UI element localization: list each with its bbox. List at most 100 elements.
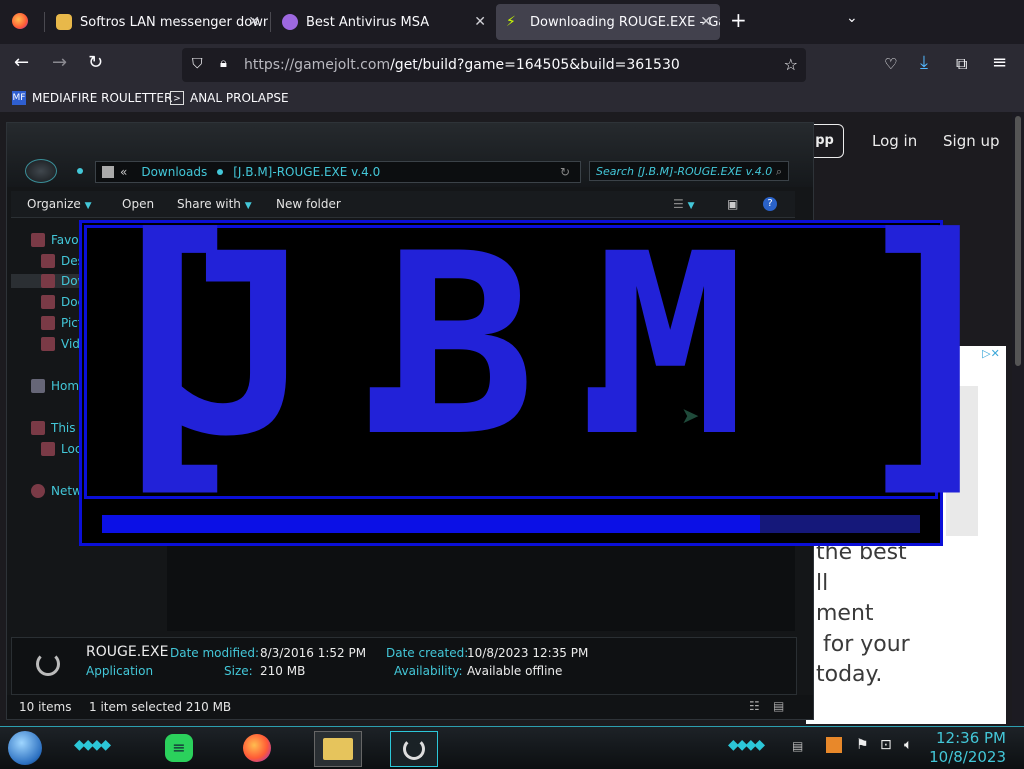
modified-value: 8/3/2016 1:52 PM [260, 646, 367, 660]
clock[interactable]: 12:36 PM 10/8/2023 [929, 729, 1006, 767]
lock-icon[interactable]: 🔒︎ [220, 56, 227, 71]
bookmark-second[interactable]: > ANAL PROLAPSE [170, 91, 289, 105]
nav-this-pc[interactable]: This I [31, 421, 83, 435]
clock-date: 10/8/2023 [929, 748, 1006, 766]
jbm-installer-overlay: [ J . B . M ] ➤ [79, 200, 1022, 546]
close-tab-icon[interactable]: ✕ [248, 14, 260, 30]
modified-label: Date modified: [170, 646, 260, 660]
item-count: 10 items [19, 700, 72, 714]
reload-button[interactable]: ↻ [88, 52, 103, 73]
extensions-icon[interactable]: ⧉ [956, 54, 967, 74]
shield-icon [282, 14, 298, 30]
drive-icon [41, 442, 55, 456]
taskbar-firefox[interactable] [240, 731, 274, 765]
menu-icon[interactable]: ≡ [992, 52, 1007, 73]
nav-documents[interactable]: Doc [41, 295, 84, 309]
tab-softros[interactable]: Softros LAN messenger downlo ✕ [46, 4, 268, 40]
details-view-icon[interactable]: ☷ [749, 699, 760, 713]
nav-local-disk[interactable]: Loc [41, 442, 81, 456]
availability-value: Available offline [467, 664, 563, 678]
documents-icon [41, 295, 55, 309]
tracking-protection-icon[interactable]: ⛉ [192, 56, 203, 72]
pocket-icon[interactable]: ♡ [884, 55, 897, 73]
mediafire-icon: MF [12, 91, 26, 105]
taskbar-notes-app[interactable]: ≡ [162, 731, 196, 765]
notes-app-icon: ≡ [165, 734, 193, 762]
forward-button[interactable]: → [52, 52, 67, 73]
clock-time: 12:36 PM [936, 729, 1006, 747]
nav-network[interactable]: Netw [31, 484, 82, 498]
selection-info: 1 item selected 210 MB [89, 700, 232, 714]
network-icon [31, 484, 45, 498]
nav-favorites[interactable]: Favor [31, 233, 84, 247]
file-explorer-icon [323, 738, 353, 760]
taskbar-loading-app[interactable] [390, 731, 438, 767]
bookmark-mediafire[interactable]: MF MEDIAFIRE ROULETTER [12, 91, 172, 105]
search-icon[interactable]: ⌕ [776, 162, 782, 182]
status-bar: 10 items 1 item selected 210 MB ☷ ▤ [7, 695, 813, 719]
nav-bar: ← → ↻ ⛉ 🔒︎ https://gamejolt.com/get/buil… [0, 44, 1024, 86]
bookmark-label: ANAL PROLAPSE [190, 91, 289, 105]
taskbar-decoration: ◆◆◆◆ [728, 737, 765, 753]
created-value: 10/8/2023 12:35 PM [467, 646, 589, 660]
terminal-icon: > [170, 91, 184, 105]
logo-letter-b: B [385, 200, 536, 491]
login-button[interactable]: Log in [872, 124, 917, 158]
nav-videos[interactable]: Vid [41, 337, 80, 351]
file-type: Application [86, 664, 154, 678]
mouse-cursor-icon: ➤ [681, 404, 700, 429]
nav-desktop[interactable]: Des [41, 254, 84, 268]
ad-text: the best ll ment for your today. [816, 540, 910, 687]
created-label: Date created: [386, 646, 469, 660]
size-label: Size: [224, 664, 253, 678]
back-arrow-orb-icon[interactable] [25, 159, 57, 183]
firefox-logo-icon[interactable] [12, 13, 28, 29]
size-value: 210 MB [260, 664, 306, 678]
close-tab-icon[interactable]: ✕ [700, 14, 712, 30]
new-tab-button[interactable]: + [730, 8, 747, 32]
network-tray-icon[interactable]: ⊡ [880, 737, 892, 753]
details-pane: ROUGE.EXE Application Date modified: 8/3… [11, 637, 797, 695]
tab-gamejolt[interactable]: ⚡ Downloading ROUGE.EXE - Gan ✕ [496, 4, 720, 40]
tab-bar: Softros LAN messenger downlo ✕ Best Anti… [0, 0, 1024, 44]
search-box[interactable]: Search [J.B.M]-ROUGE.EXE v.4.0 ⌕ [589, 161, 789, 181]
taskbar-explorer[interactable] [314, 731, 362, 767]
tab-title: Softros LAN messenger downlo [80, 14, 268, 30]
url-bar[interactable]: ⛉ 🔒︎ https://gamejolt.com/get/build?game… [182, 48, 806, 82]
list-all-tabs-icon[interactable]: ⌄ [846, 10, 858, 26]
tab-antivirus[interactable]: Best Antivirus MSA ✕ [272, 4, 494, 40]
refresh-icon[interactable]: ↻ [560, 165, 570, 179]
tab-title: Downloading ROUGE.EXE - Gan [530, 14, 720, 30]
taskbar-decoration: ◆◆◆◆ [74, 737, 111, 753]
jbm-logo-panel: [ J . B . M ] ➤ [81, 200, 1022, 500]
back-button[interactable]: ← [14, 52, 29, 73]
progress-bar-fill [102, 515, 761, 533]
start-orb-icon[interactable] [6, 729, 44, 767]
tab-title: Best Antivirus MSA [306, 14, 430, 30]
chat-bubble-icon [56, 14, 72, 30]
bookmark-label: MEDIAFIRE ROULETTER [32, 91, 173, 105]
nav-dot-icon[interactable] [77, 168, 83, 174]
downloads-icon[interactable]: ⤓ [920, 52, 928, 73]
nav-pictures[interactable]: Pict [41, 316, 83, 330]
tray-app-icon[interactable] [826, 737, 842, 753]
gamejolt-bolt-icon: ⚡ [506, 14, 516, 30]
close-tab-icon[interactable]: ✕ [474, 14, 486, 30]
progress-bar [102, 515, 920, 533]
signup-button[interactable]: Sign up [943, 124, 1000, 158]
bookmarks-bar: MF MEDIAFIRE ROULETTER > ANAL PROLAPSE [0, 86, 1024, 112]
taskbar: ◆◆◆◆ ≡ ◆◆◆◆ ▤ ⚑ ⊡ 🔈︎ 12:36 PM 10/8/2023 [0, 726, 1024, 769]
tray-overflow-icon[interactable]: ▤ [792, 739, 803, 753]
loading-ring-icon [403, 738, 425, 760]
star-icon [31, 233, 45, 247]
help-icon[interactable]: ? [763, 197, 777, 211]
tiles-view-icon[interactable]: ▤ [773, 699, 784, 713]
volume-icon[interactable]: 🔈︎ [904, 737, 912, 753]
url-text[interactable]: https://gamejolt.com/get/build?game=1645… [244, 57, 680, 73]
computer-icon [31, 421, 45, 435]
videos-icon [41, 337, 55, 351]
logo-letter-j: J [163, 200, 314, 491]
downloads-folder-icon [41, 274, 55, 288]
action-center-flag-icon[interactable]: ⚑ [856, 737, 869, 753]
bookmark-star-icon[interactable]: ☆ [784, 55, 798, 74]
